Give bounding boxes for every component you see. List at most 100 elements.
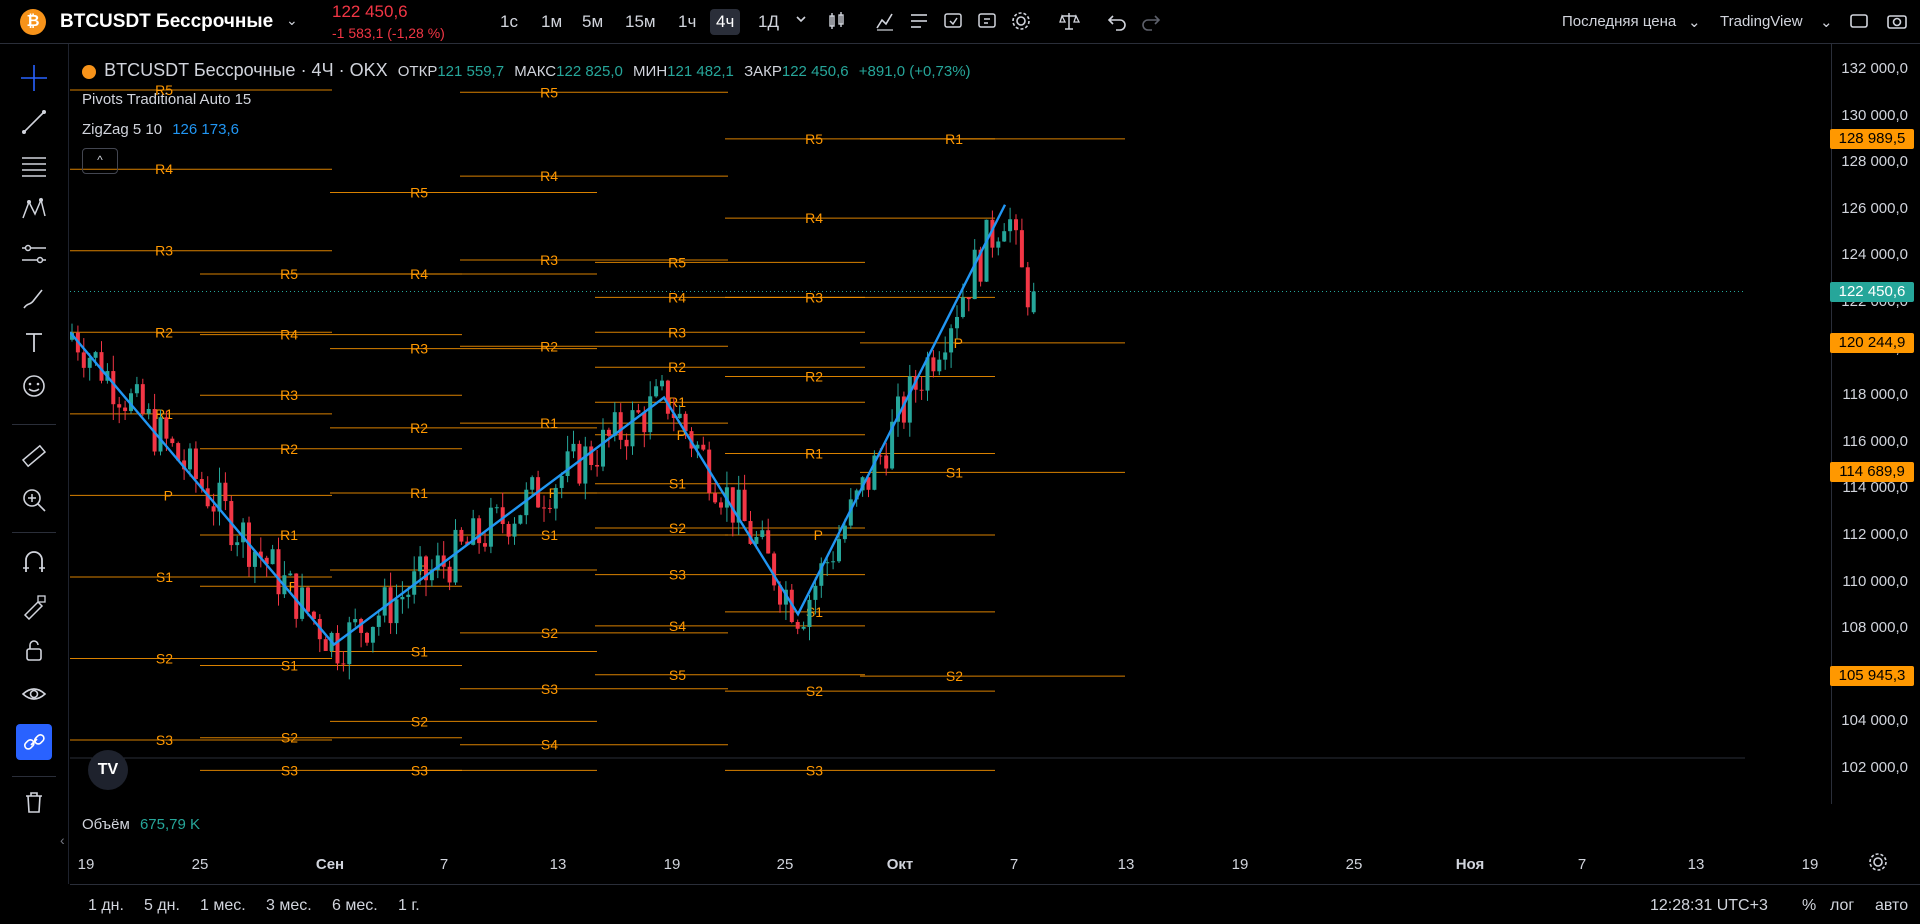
indicators-icon[interactable] xyxy=(874,10,898,34)
lock-drawing-icon[interactable] xyxy=(18,590,50,622)
trend-line-icon[interactable] xyxy=(18,106,50,138)
source-select[interactable]: TradingView xyxy=(1720,13,1803,30)
chevron-down-icon[interactable]: ⌄ xyxy=(286,12,298,29)
replay-icon[interactable] xyxy=(976,10,1000,34)
chevron-down-icon[interactable]: ⌄ xyxy=(1820,13,1833,31)
legend-open: 121 559,7 xyxy=(437,63,505,80)
collapse-legend-button[interactable]: ^ xyxy=(82,148,118,174)
price-chart[interactable]: R5 R4 R3 R2 R1 P S1 S2 S3 R5 R4 R3 R2 R1 P S1 S2 S3 R5 R4 R3… xyxy=(70,44,1833,804)
timeframe-5m[interactable]: 5м xyxy=(576,9,609,35)
bitcoin-logo-icon xyxy=(82,65,96,80)
pivot-label-r5: R5 xyxy=(668,254,686,270)
zigzag-line xyxy=(70,204,1007,647)
undo-icon[interactable] xyxy=(1106,10,1130,34)
range-3m[interactable]: 3 мес. xyxy=(266,897,312,915)
candle xyxy=(996,241,1001,248)
fullscreen-icon[interactable] xyxy=(1848,10,1872,34)
pivot-label-s3: S3 xyxy=(806,762,823,778)
log-scale-button[interactable]: лог xyxy=(1830,897,1854,915)
range-1y[interactable]: 1 г. xyxy=(398,897,420,915)
gear-icon[interactable] xyxy=(1866,850,1896,880)
candle xyxy=(636,410,641,413)
emoji-icon[interactable] xyxy=(18,370,50,402)
forecast-icon[interactable] xyxy=(18,238,50,270)
link-icon[interactable] xyxy=(16,724,52,760)
candle xyxy=(235,542,240,546)
candle xyxy=(601,429,605,467)
candle xyxy=(477,518,482,544)
crosshair-icon[interactable] xyxy=(18,62,50,94)
alert-icon[interactable] xyxy=(942,10,966,34)
candle xyxy=(518,515,523,524)
pivot-label-r3: R3 xyxy=(155,243,173,259)
pivot-label-r1: R1 xyxy=(410,485,428,501)
chevron-down-icon[interactable]: ⌄ xyxy=(1688,13,1701,31)
pivot-label-r5: R5 xyxy=(280,266,298,282)
redo-icon[interactable] xyxy=(1140,10,1164,34)
pivot-label-s1: S1 xyxy=(669,476,686,492)
clock[interactable]: 12:28:31 UTC+3 xyxy=(1650,897,1768,915)
compare-scales-icon[interactable] xyxy=(1058,10,1082,34)
chevron-down-icon[interactable] xyxy=(794,12,818,36)
time-tick: 7 xyxy=(439,856,449,873)
zigzag-legend[interactable]: ZigZag 5 10 126 173,6 xyxy=(82,121,239,138)
candle xyxy=(158,417,163,452)
pivot-label-s1: S1 xyxy=(281,657,298,673)
candle xyxy=(760,530,765,538)
magnet-icon[interactable] xyxy=(18,546,50,578)
collapse-toolbar-icon[interactable]: ‹ xyxy=(60,832,65,848)
pattern-icon[interactable] xyxy=(18,194,50,226)
gear-icon[interactable] xyxy=(1010,10,1034,34)
candles-icon[interactable] xyxy=(826,10,850,34)
pivots-legend[interactable]: Pivots Traditional Auto 15 xyxy=(82,91,251,108)
camera-icon[interactable] xyxy=(1886,10,1910,34)
timeframe-1d[interactable]: 1Д xyxy=(752,9,785,35)
zigzag-value: 126 173,6 xyxy=(172,121,239,138)
time-axis[interactable]: 19 25 Сен 7 13 19 25 Окт 7 13 19 25 Ноя 7 13 19 xyxy=(70,850,1833,880)
timeframe-1m[interactable]: 1м xyxy=(535,9,568,35)
pivot-label-s2: S2 xyxy=(946,668,963,684)
unlock-icon[interactable] xyxy=(18,634,50,666)
tradingview-logo[interactable]: TV xyxy=(88,750,128,790)
candle xyxy=(1014,219,1018,231)
fib-retracement-icon[interactable] xyxy=(18,150,50,182)
pivot-label-r1: R1 xyxy=(945,131,963,147)
timeframe-4h[interactable]: 4ч xyxy=(710,9,741,35)
candle xyxy=(170,438,175,444)
brush-icon[interactable] xyxy=(18,282,50,314)
legend-high-label: МАКС xyxy=(514,63,557,80)
range-1d[interactable]: 1 дн. xyxy=(88,897,124,915)
range-5d[interactable]: 5 дн. xyxy=(144,897,180,915)
text-icon[interactable] xyxy=(18,326,50,358)
range-1m[interactable]: 1 мес. xyxy=(200,897,246,915)
symbol-name[interactable]: BTCUSDT Бессрочные xyxy=(60,11,273,33)
candle xyxy=(630,410,635,447)
price-type-select[interactable]: Последняя цена xyxy=(1562,13,1676,30)
candle xyxy=(665,380,670,414)
range-6m[interactable]: 6 мес. xyxy=(332,897,378,915)
percent-scale-button[interactable]: % xyxy=(1802,897,1816,915)
price-scale[interactable]: 132 000,0 130 000,0 128 000,0 126 000,0 124 … xyxy=(1830,44,1920,804)
legend-low-label: МИН xyxy=(633,63,668,80)
candle xyxy=(146,409,151,414)
candle xyxy=(1008,219,1013,232)
candle xyxy=(742,489,747,522)
candle xyxy=(547,507,552,509)
timeframe-15m[interactable]: 15м xyxy=(619,9,662,35)
timeframe-1s[interactable]: 1с xyxy=(494,9,524,35)
ruler-icon[interactable] xyxy=(18,440,50,472)
pivots-indicator-name: Pivots Traditional Auto 15 xyxy=(82,91,252,108)
candle xyxy=(559,475,564,488)
timeframe-1h[interactable]: 1ч xyxy=(672,9,702,35)
candle xyxy=(795,622,800,629)
auto-scale-button[interactable]: авто xyxy=(1875,897,1908,915)
candle xyxy=(972,249,977,300)
trash-icon[interactable] xyxy=(18,786,50,818)
candle xyxy=(943,352,948,360)
candle xyxy=(1025,267,1030,308)
pivot-label-s1: S1 xyxy=(156,569,173,585)
eye-icon[interactable] xyxy=(18,678,50,710)
candle xyxy=(677,413,682,418)
zoom-in-icon[interactable] xyxy=(18,484,50,516)
templates-icon[interactable] xyxy=(908,10,932,34)
